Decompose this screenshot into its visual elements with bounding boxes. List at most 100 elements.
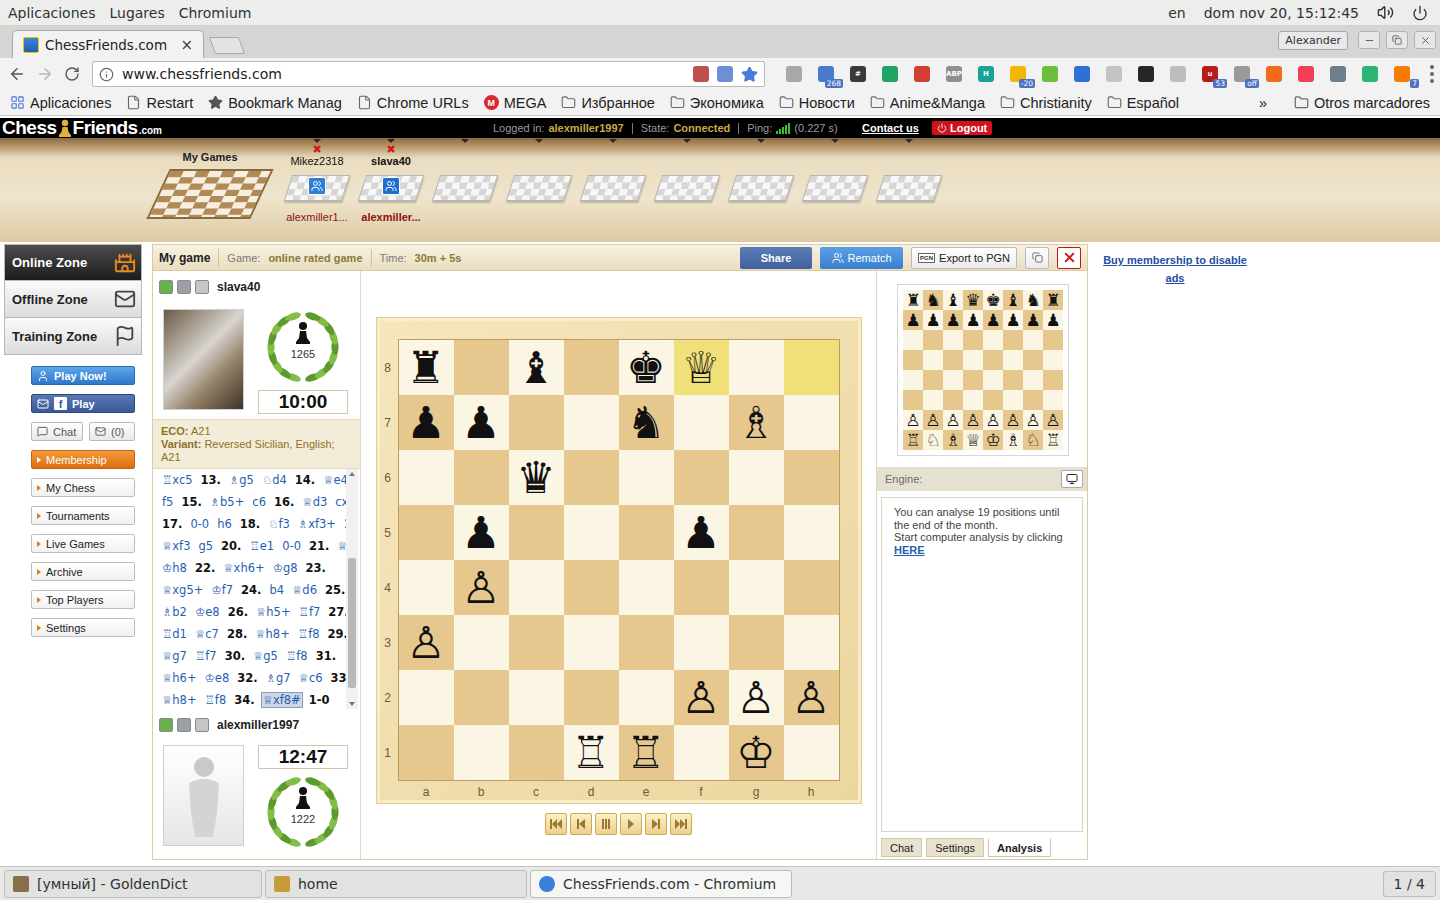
play-now-button[interactable]: Play Now!: [31, 366, 135, 385]
back-button[interactable]: [8, 63, 26, 85]
address-bar[interactable]: www.chessfriends.com: [92, 61, 765, 87]
chess-piece[interactable]: ♝: [516, 340, 555, 395]
bookmark[interactable]: Otros marcadores: [1294, 95, 1430, 111]
game-slot[interactable]: [576, 138, 650, 242]
move[interactable]: ♔e8: [203, 670, 232, 686]
board-square[interactable]: [509, 670, 564, 725]
new-tab-button[interactable]: [209, 37, 245, 54]
buy-membership-link[interactable]: Buy membership to disable ads: [1103, 254, 1247, 284]
game-slot[interactable]: [724, 138, 798, 242]
move[interactable]: ♖f8: [203, 692, 229, 708]
board-square[interactable]: ♞: [619, 395, 674, 450]
profile-button[interactable]: Alexander: [1278, 31, 1348, 50]
board-square[interactable]: ♙: [784, 670, 839, 725]
menu-item[interactable]: Settings: [31, 618, 135, 637]
bookmark-star-icon[interactable]: [741, 66, 758, 83]
move[interactable]: ♕d6: [290, 582, 319, 598]
board-square[interactable]: [454, 725, 509, 780]
extension-button[interactable]: [1263, 63, 1285, 85]
board-square[interactable]: [564, 670, 619, 725]
extension-button[interactable]: [1327, 63, 1349, 85]
board-square[interactable]: [784, 560, 839, 615]
board-square[interactable]: [564, 450, 619, 505]
board-square[interactable]: [729, 340, 784, 395]
board-square[interactable]: [784, 340, 839, 395]
bookmark[interactable]: MMEGA: [484, 95, 547, 111]
move[interactable]: ♖f7: [297, 604, 323, 620]
bookmarks-overflow-button[interactable]: »: [1259, 95, 1267, 111]
move[interactable]: ♗g7: [264, 670, 293, 686]
bookmark[interactable]: Новости: [779, 95, 855, 111]
board-square[interactable]: ♚: [619, 340, 674, 395]
chess-piece[interactable]: ♟: [406, 395, 445, 450]
forward-button[interactable]: [36, 63, 54, 85]
system-menu[interactable]: Lugares: [109, 5, 164, 21]
detach-window-button[interactable]: [1025, 247, 1049, 269]
game-slot[interactable]: [872, 138, 946, 242]
slot-close-button[interactable]: ✖: [312, 143, 321, 155]
board-square[interactable]: [454, 340, 509, 395]
engine-toggle-button[interactable]: [1061, 470, 1083, 488]
chess-piece[interactable]: ♟: [461, 505, 500, 560]
extension-button[interactable]: ABP: [943, 63, 965, 85]
share-button[interactable]: Share: [740, 247, 812, 269]
zone-tab[interactable]: Training Zone: [4, 318, 142, 355]
game-slot[interactable]: ✖Mikez2318alexmiller1...: [280, 138, 354, 242]
reload-button[interactable]: [64, 63, 80, 85]
chess-piece[interactable]: ♜: [406, 340, 445, 395]
move[interactable]: 0-0: [280, 538, 303, 554]
board-square[interactable]: [564, 395, 619, 450]
board-square[interactable]: [674, 395, 729, 450]
move[interactable]: c6: [250, 494, 268, 510]
board-square[interactable]: [784, 725, 839, 780]
logout-button[interactable]: Logout: [932, 121, 992, 135]
chess-piece[interactable]: ♟: [461, 395, 500, 450]
menu-item[interactable]: Archive: [31, 562, 135, 581]
move[interactable]: ♕c7: [193, 626, 221, 642]
extension-button[interactable]: 268: [815, 63, 837, 85]
board-square[interactable]: [729, 450, 784, 505]
system-menu[interactable]: Aplicaciones: [8, 5, 95, 21]
move[interactable]: ♕h6+: [160, 670, 199, 686]
extension-button[interactable]: u53: [1199, 63, 1221, 85]
board-square[interactable]: [674, 725, 729, 780]
extension-button[interactable]: [1135, 63, 1157, 85]
board-square[interactable]: ♟: [399, 395, 454, 450]
move[interactable]: h6: [215, 516, 234, 532]
move[interactable]: ♗xf3+: [296, 516, 338, 532]
move[interactable]: ♕g5: [251, 648, 280, 664]
board-square[interactable]: ♟: [454, 505, 509, 560]
move[interactable]: ♔g8: [271, 560, 300, 576]
board-square[interactable]: [564, 560, 619, 615]
bookmark[interactable]: Christianity: [1000, 95, 1092, 111]
board-square[interactable]: [619, 615, 674, 670]
board-square[interactable]: [674, 615, 729, 670]
bookmark[interactable]: Избранное: [561, 95, 654, 111]
board-square[interactable]: [619, 450, 674, 505]
bookmark[interactable]: Restart: [126, 95, 193, 111]
move[interactable]: ♕xf3: [160, 538, 192, 554]
move[interactable]: ♗b5+: [208, 494, 247, 510]
chess-piece[interactable]: ♞: [626, 395, 665, 450]
move[interactable]: ♕c6: [297, 670, 325, 686]
messages-button[interactable]: (0): [89, 422, 135, 441]
move[interactable]: cxb5: [333, 494, 346, 510]
translate-icon[interactable]: [717, 66, 733, 82]
board-square[interactable]: [729, 615, 784, 670]
board-square[interactable]: [509, 395, 564, 450]
board-square[interactable]: [564, 615, 619, 670]
board-square[interactable]: [619, 505, 674, 560]
board-square[interactable]: ♙: [729, 670, 784, 725]
board-square[interactable]: ♙: [399, 615, 454, 670]
move-nav-button[interactable]: [570, 813, 592, 835]
move[interactable]: ♗b2: [160, 604, 189, 620]
menu-item[interactable]: Tournaments: [31, 506, 135, 525]
extension-button[interactable]: [911, 63, 933, 85]
extension-button[interactable]: [1359, 63, 1381, 85]
move[interactable]: ♖d1: [160, 626, 189, 642]
move[interactable]: b4: [267, 582, 286, 598]
tab-close-button[interactable]: ×: [178, 36, 195, 54]
move[interactable]: ♕xg5+: [160, 582, 205, 598]
zone-tab[interactable]: Offline Zone: [4, 281, 142, 318]
move[interactable]: ♕h5+: [254, 604, 293, 620]
